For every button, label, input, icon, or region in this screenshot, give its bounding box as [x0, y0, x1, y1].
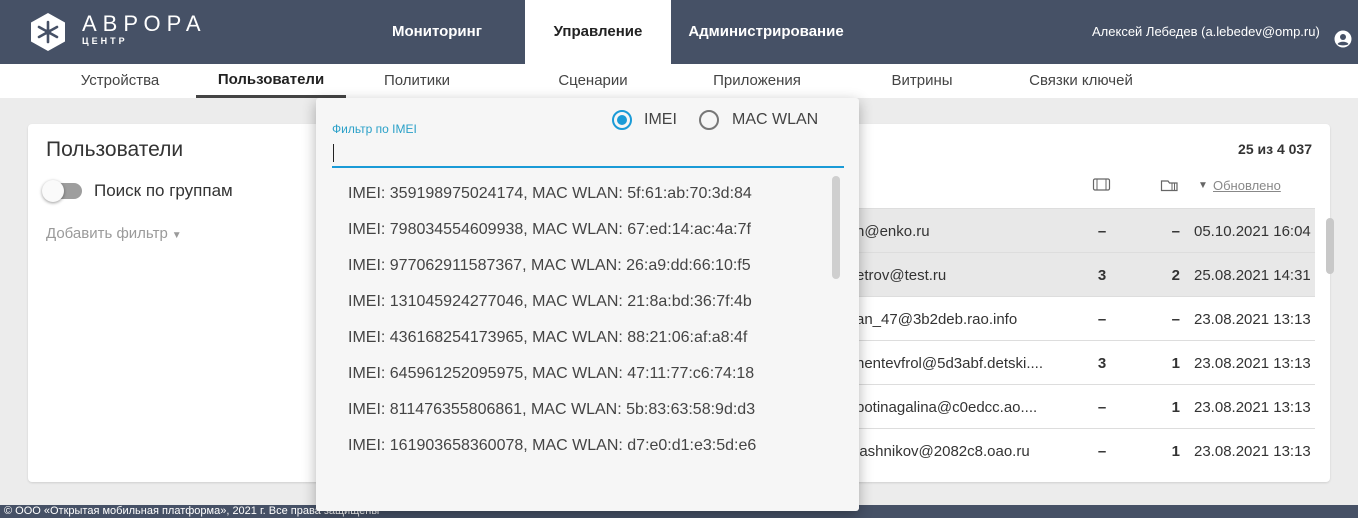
- tab-management[interactable]: Управление: [525, 0, 671, 64]
- add-filter-button[interactable]: Добавить фильтр ▼: [46, 225, 182, 242]
- row-devices-count: –: [1097, 443, 1107, 460]
- row-updated-date: 25.08.2021 14:31: [1194, 267, 1311, 284]
- aurora-logo-icon: [31, 13, 65, 51]
- subtab-devices[interactable]: Устройства: [60, 64, 180, 98]
- group-search-toggle[interactable]: [42, 180, 82, 202]
- row-groups-count: –: [1171, 223, 1180, 240]
- add-filter-label: Добавить фильтр: [46, 225, 168, 242]
- user-menu[interactable]: Алексей Лебедев (a.lebedev@omp.ru): [1092, 0, 1328, 64]
- row-email: an_47@3b2deb.rao.info: [856, 311, 1018, 328]
- row-email: lashnikov@2082c8.oao.ru: [856, 443, 1030, 460]
- radio-imei-label[interactable]: IMEI: [644, 111, 677, 129]
- toggle-knob[interactable]: [42, 180, 64, 202]
- list-item[interactable]: IMEI: 811476355806861, MAC WLAN: 5b:83:6…: [316, 392, 836, 428]
- subtab-scenarios[interactable]: Сценарии: [538, 64, 648, 98]
- row-groups-count: 1: [1171, 355, 1180, 372]
- list-item[interactable]: IMEI: 359198975024174, MAC WLAN: 5f:61:a…: [316, 176, 836, 212]
- radio-mac-wlan[interactable]: [699, 110, 719, 130]
- dropdown-scrollbar[interactable]: [832, 176, 840, 279]
- table-row[interactable]: botinagalina@c0edcc.ao.... – 1 23.08.202…: [830, 384, 1315, 428]
- row-email: etrov@test.ru: [856, 267, 947, 284]
- subtab-showcases[interactable]: Витрины: [872, 64, 972, 98]
- row-updated-date: 23.08.2021 13:13: [1194, 311, 1311, 328]
- panel-title: Пользователи: [46, 138, 184, 161]
- sort-updated-header[interactable]: Обновлено: [1213, 178, 1281, 193]
- subtab-policies[interactable]: Политики: [362, 64, 472, 98]
- subtab-applications[interactable]: Приложения: [697, 64, 817, 98]
- results-count: 25 из 4 037: [1238, 141, 1312, 157]
- row-groups-count: –: [1171, 311, 1180, 328]
- list-item[interactable]: IMEI: 645961252095975, MAC WLAN: 47:11:7…: [316, 356, 836, 392]
- list-item[interactable]: IMEI: 977062911587367, MAC WLAN: 26:a9:d…: [316, 248, 836, 284]
- subtab-keychains[interactable]: Связки ключей: [1011, 64, 1151, 98]
- table-scrollbar[interactable]: [1326, 218, 1334, 274]
- row-email: h@enko.ru: [856, 223, 930, 240]
- filter-panel: Пользователи Поиск по группам Добавить ф…: [28, 124, 334, 482]
- top-bar: АВРОРА ЦЕНТР Мониторинг Управление Админ…: [0, 0, 1358, 64]
- sort-desc-icon[interactable]: ▼: [1198, 180, 1208, 191]
- row-devices-count: –: [1097, 399, 1107, 416]
- row-devices-count: –: [1097, 311, 1107, 328]
- text-cursor: [333, 144, 334, 162]
- list-item[interactable]: IMEI: 131045924277046, MAC WLAN: 21:8a:b…: [316, 284, 836, 320]
- filter-field-label: Фильтр по IMEI: [332, 122, 417, 136]
- row-groups-count: 2: [1171, 267, 1180, 284]
- row-updated-date: 23.08.2021 13:13: [1194, 443, 1311, 460]
- row-devices-count: 3: [1097, 267, 1107, 284]
- subtab-users[interactable]: Пользователи: [196, 64, 346, 98]
- list-item[interactable]: IMEI: 436168254173965, MAC WLAN: 88:21:0…: [316, 320, 836, 356]
- row-email: botinagalina@c0edcc.ao....: [856, 399, 1038, 416]
- row-groups-count: 1: [1171, 443, 1180, 460]
- imei-filter-input[interactable]: [332, 140, 844, 168]
- table-row[interactable]: lashnikov@2082c8.oao.ru – 1 23.08.2021 1…: [830, 428, 1315, 472]
- group-search-label: Поиск по группам: [94, 181, 233, 200]
- row-devices-count: –: [1097, 223, 1107, 240]
- radio-mac-wlan-label[interactable]: MAC WLAN: [732, 111, 818, 129]
- brand: АВРОРА ЦЕНТР: [82, 11, 207, 47]
- tab-administration[interactable]: Администрирование: [671, 0, 861, 64]
- row-updated-date: 23.08.2021 13:13: [1194, 399, 1311, 416]
- row-groups-count: 1: [1171, 399, 1180, 416]
- tab-monitoring[interactable]: Мониторинг: [356, 0, 518, 64]
- list-item[interactable]: IMEI: 161903658360078, MAC WLAN: d7:e0:d…: [316, 428, 836, 464]
- list-item[interactable]: IMEI: 798034554609938, MAC WLAN: 67:ed:1…: [316, 212, 836, 248]
- brand-name: АВРОРА: [82, 11, 207, 36]
- radio-imei[interactable]: [612, 110, 632, 130]
- row-updated-date: 23.08.2021 13:13: [1194, 355, 1311, 372]
- row-email: nentevfrol@5d3abf.detski....: [856, 355, 1044, 372]
- table-row[interactable]: an_47@3b2deb.rao.info – – 23.08.2021 13:…: [830, 296, 1315, 340]
- row-updated-date: 05.10.2021 16:04: [1194, 223, 1311, 240]
- table-row[interactable]: h@enko.ru – – 05.10.2021 16:04: [830, 208, 1315, 252]
- user-account-icon[interactable]: [1334, 30, 1352, 48]
- table-row[interactable]: nentevfrol@5d3abf.detski.... 3 1 23.08.2…: [830, 340, 1315, 384]
- caret-down-icon: ▼: [171, 230, 182, 241]
- table-row[interactable]: etrov@test.ru 3 2 25.08.2021 14:31: [830, 252, 1315, 296]
- imei-filter-dropdown: Фильтр по IMEI IMEI MAC WLAN IMEI: 35919…: [316, 98, 859, 511]
- brand-subtitle: ЦЕНТР: [82, 36, 128, 46]
- groups-column-icon[interactable]: [1160, 178, 1180, 192]
- row-devices-count: 3: [1097, 355, 1107, 372]
- devices-column-icon[interactable]: [1092, 178, 1112, 192]
- sub-navigation: Устройства Пользователи Политики Сценари…: [0, 64, 1358, 98]
